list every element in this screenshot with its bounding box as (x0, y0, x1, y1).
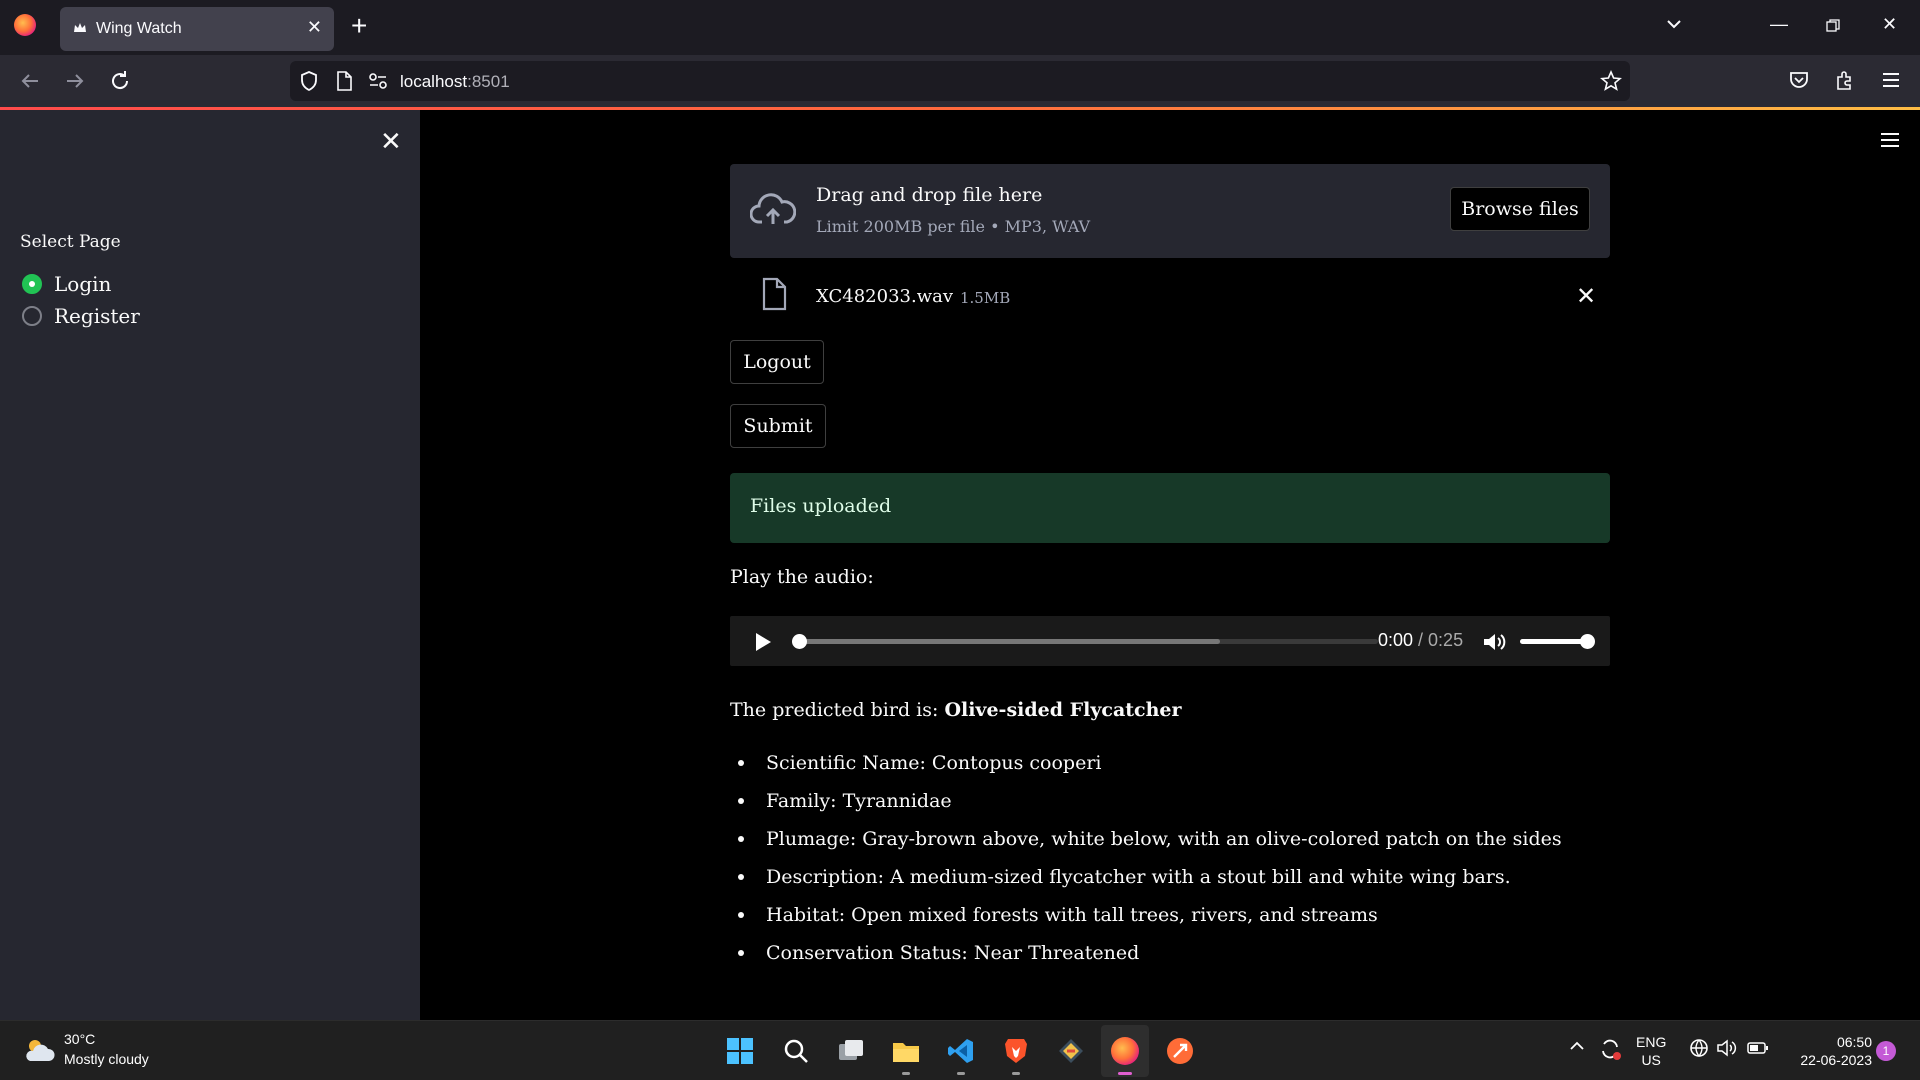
minimize-button[interactable]: — (1770, 14, 1788, 35)
list-all-tabs-icon[interactable] (1664, 14, 1684, 34)
app-menu-icon[interactable] (1880, 69, 1902, 91)
select-page-label: Select Page (20, 232, 121, 252)
language-indicator[interactable]: ENG US (1636, 1033, 1666, 1069)
file-name: XC482033.wav (816, 286, 954, 307)
search-icon[interactable] (778, 1033, 814, 1069)
lang-line2: US (1641, 1052, 1661, 1068)
tab-close-icon[interactable]: ✕ (307, 17, 322, 38)
lang-line1: ENG (1636, 1034, 1667, 1050)
sync-icon[interactable] (1598, 1037, 1622, 1064)
browser-tab-bar: Wing Watch ✕ + — ✕ (0, 0, 1920, 55)
task-view-icon[interactable] (833, 1033, 869, 1069)
cloud-upload-icon (750, 193, 796, 224)
bird-fact-item: Habitat: Open mixed forests with tall tr… (730, 902, 1562, 940)
back-icon[interactable] (18, 69, 42, 93)
active-indicator (1118, 1072, 1132, 1075)
success-alert: Files uploaded (730, 473, 1610, 543)
volume-icon[interactable] (1482, 631, 1506, 653)
volume-slider[interactable] (1520, 634, 1595, 649)
radio-option-register[interactable]: Register (22, 304, 140, 328)
url-text: localhost:8501 (400, 72, 510, 91)
audio-player: 0:00 / 0:25 (730, 616, 1610, 666)
reload-icon[interactable] (108, 69, 132, 93)
submit-button[interactable]: Submit (730, 404, 826, 448)
cloudy-weather-icon (26, 1040, 55, 1061)
uploaded-file-row: XC482033.wav 1.5MB ✕ (730, 274, 1610, 324)
browser-tab[interactable]: Wing Watch ✕ (60, 7, 334, 51)
bird-fact-item: Family: Tyrannidae (730, 788, 1562, 826)
bookmark-star-icon[interactable] (1600, 70, 1622, 92)
speaker-icon[interactable] (1716, 1037, 1738, 1062)
predicted-bird-name: Olive-sided Flycatcher (944, 699, 1182, 721)
system-clock[interactable]: 06:50 22-06-2023 (1786, 1033, 1872, 1069)
file-explorer-icon[interactable] (888, 1033, 924, 1075)
main-menu-icon[interactable] (1878, 128, 1902, 152)
bird-fact-item: Description: A medium-sized flycatcher w… (730, 864, 1562, 902)
restore-button[interactable] (1826, 19, 1840, 33)
clock-date: 22-06-2023 (1800, 1052, 1872, 1068)
firefox-icon[interactable] (1107, 1033, 1143, 1075)
bird-facts-list: Scientific Name: Contopus cooperi Family:… (730, 750, 1562, 978)
browse-files-button[interactable]: Browse files (1450, 187, 1590, 231)
running-indicator (902, 1072, 910, 1075)
bird-fact-item: Conservation Status: Near Threatened (730, 940, 1562, 978)
running-indicator (1012, 1072, 1020, 1075)
success-alert-text: Files uploaded (750, 495, 892, 517)
network-globe-icon[interactable] (1688, 1037, 1710, 1062)
tracking-protection-shield-icon[interactable] (298, 70, 320, 92)
postman-icon[interactable] (1162, 1033, 1198, 1069)
main-area: Drag and drop file here Limit 200MB per … (420, 110, 1920, 1020)
start-icon[interactable] (722, 1033, 758, 1069)
logout-button[interactable]: Logout (730, 340, 824, 384)
radio-unselected-icon[interactable] (22, 306, 42, 326)
battery-icon[interactable] (1746, 1037, 1770, 1062)
permissions-icon[interactable] (368, 72, 388, 90)
bird-fact-item: Scientific Name: Contopus cooperi (730, 750, 1562, 788)
play-icon[interactable] (754, 632, 772, 652)
tab-title: Wing Watch (96, 20, 182, 37)
radio-option-login[interactable]: Login (22, 272, 111, 296)
page-icon[interactable] (334, 70, 354, 92)
new-tab-button[interactable]: + (351, 10, 367, 42)
sidebar-close-icon[interactable]: ✕ (380, 126, 402, 157)
forward-icon[interactable] (63, 69, 87, 93)
play-audio-label: Play the audio: (730, 566, 874, 588)
close-window-button[interactable]: ✕ (1882, 14, 1897, 35)
file-icon (762, 277, 787, 311)
notification-badge[interactable]: 1 (1876, 1041, 1896, 1061)
audio-seek-handle[interactable] (792, 634, 807, 649)
dropzone-title: Drag and drop file here (816, 184, 1043, 206)
url-bar[interactable]: localhost:8501 (290, 61, 1630, 101)
bird-fact-item: Plumage: Gray-brown above, white below, … (730, 826, 1562, 864)
file-dropzone[interactable]: Drag and drop file here Limit 200MB per … (730, 164, 1610, 258)
sidebar: ✕ Select Page Login Register (0, 110, 420, 1020)
crown-favicon-icon (74, 23, 86, 32)
dropzone-subtitle: Limit 200MB per file • MP3, WAV (816, 217, 1091, 236)
pocket-icon[interactable] (1788, 69, 1810, 91)
vscode-icon[interactable] (943, 1033, 979, 1075)
prediction-text: The predicted bird is: Olive-sided Flyca… (730, 699, 1182, 721)
show-hidden-icons-chevron-icon[interactable] (1568, 1037, 1586, 1058)
weather-temp: 30°C (64, 1031, 96, 1047)
extensions-icon[interactable] (1834, 69, 1856, 91)
clock-time: 06:50 (1836, 1034, 1872, 1050)
audio-time: 0:00 / 0:25 (1378, 630, 1464, 650)
running-indicator (957, 1072, 965, 1075)
radio-selected-icon[interactable] (22, 274, 42, 294)
remove-file-icon[interactable]: ✕ (1576, 282, 1596, 311)
file-size: 1.5MB (960, 289, 1011, 307)
git-icon[interactable] (1053, 1033, 1089, 1069)
windows-taskbar: 30°C Mostly cloudy ENG US 06:50 22-06-20… (0, 1020, 1920, 1080)
volume-fill (1520, 639, 1588, 644)
weather-condition: Mostly cloudy (64, 1051, 149, 1067)
browser-nav-bar: localhost:8501 (0, 55, 1920, 107)
audio-seek-bar[interactable] (792, 634, 1378, 649)
volume-handle[interactable] (1580, 634, 1595, 649)
firefox-menu-icon[interactable] (14, 14, 36, 36)
radio-label-login: Login (54, 272, 112, 296)
radio-label-register: Register (54, 304, 140, 328)
brave-icon[interactable] (998, 1033, 1034, 1075)
audio-buffered-bar (794, 639, 1221, 644)
